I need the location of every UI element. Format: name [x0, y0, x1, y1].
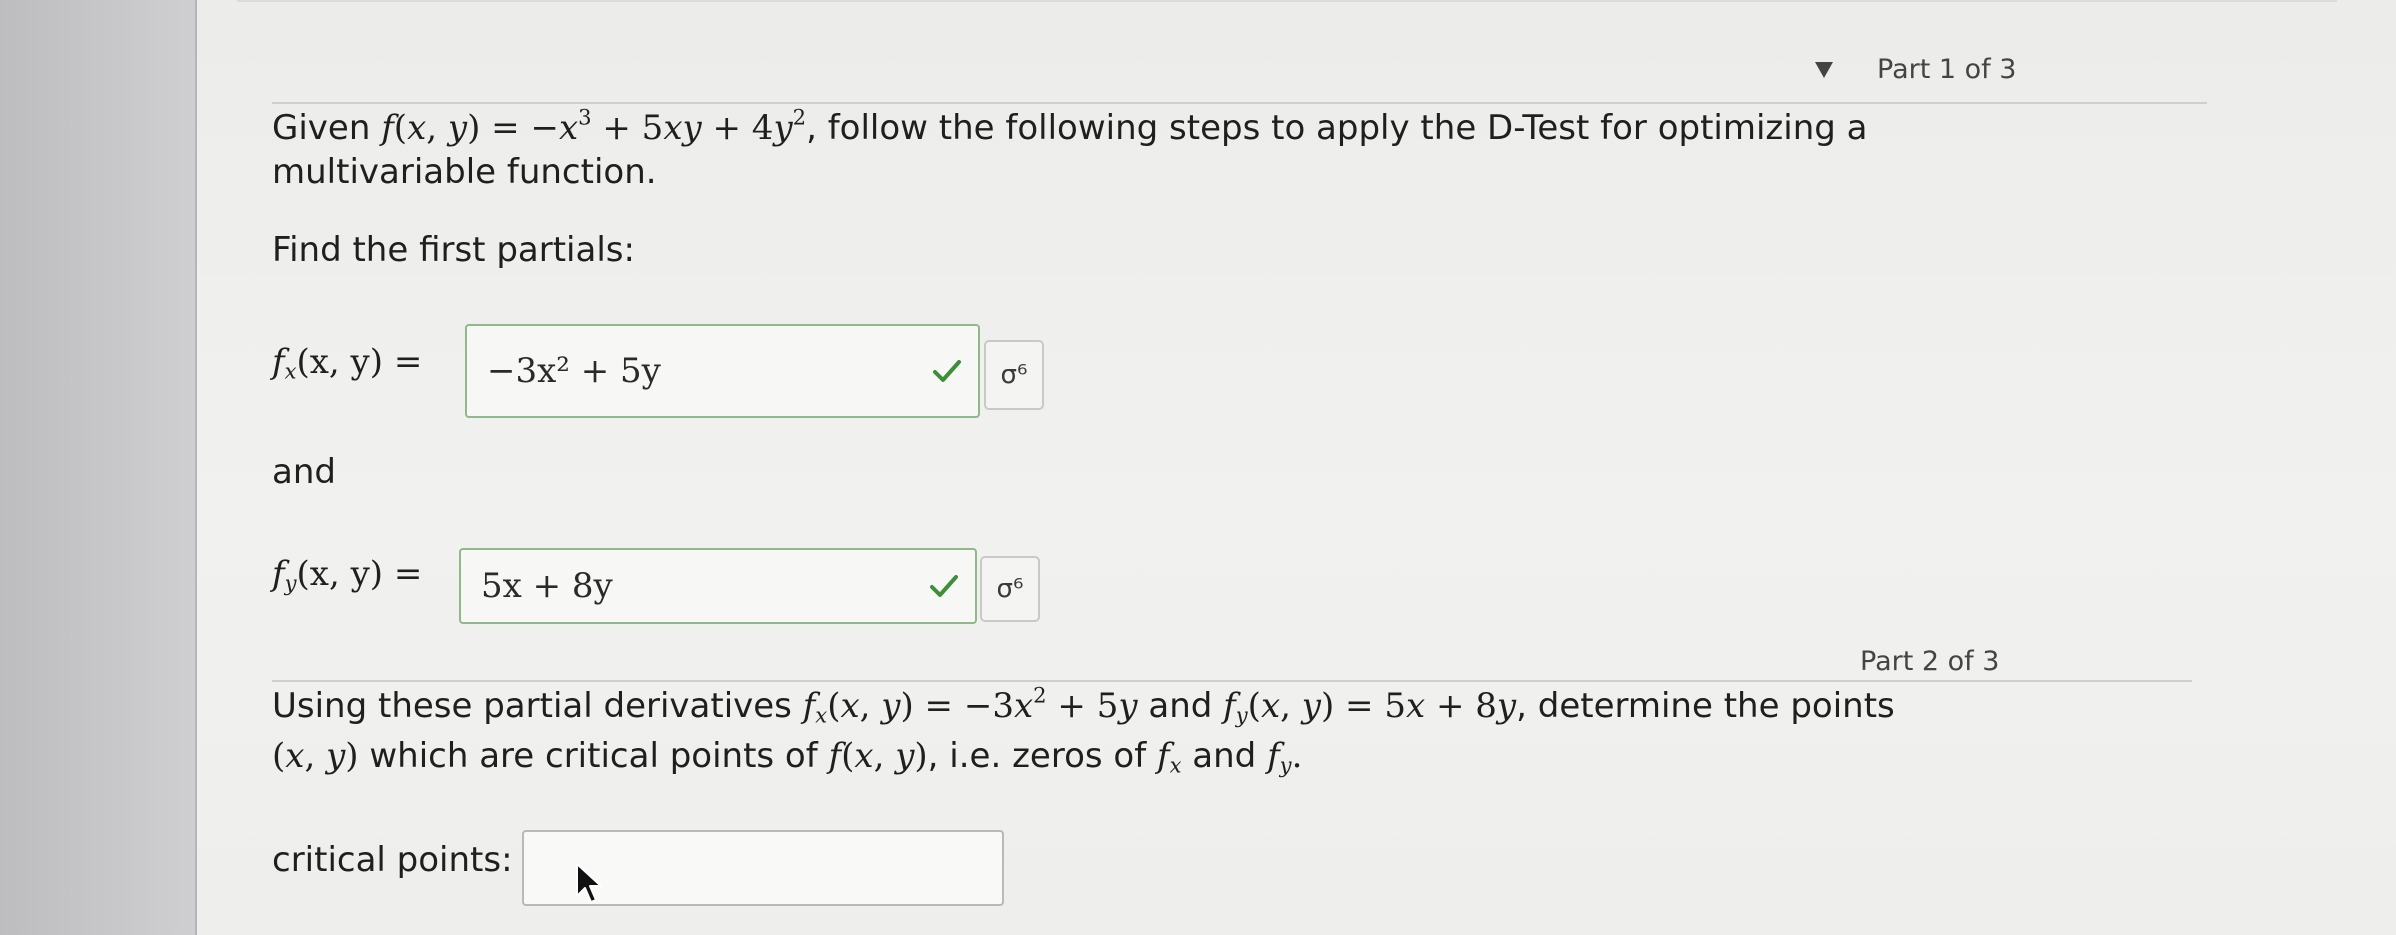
part2-instructions-line2: (x, y) which are critical points of f(x,…	[272, 736, 1303, 778]
part1-intro-line2: multivariable function.	[272, 152, 657, 192]
top-divider	[237, 0, 2337, 12]
left-gutter	[0, 0, 197, 935]
fx-answer-field[interactable]: −3x² + 5y	[465, 324, 980, 418]
critical-points-label: critical points:	[272, 840, 513, 880]
part2-instructions-line1: Using these partial derivatives fx(x, y)…	[272, 682, 1895, 728]
part2-label[interactable]: Part 2 of 3	[1860, 646, 1999, 677]
collapse-triangle-icon[interactable]	[1815, 62, 1833, 78]
fy-label: fy(x, y) =	[272, 554, 423, 596]
math-tools-button[interactable]: σ⁶	[980, 556, 1040, 622]
function-definition: f	[381, 108, 394, 148]
fy-answer-field[interactable]: 5x + 8y	[459, 548, 977, 624]
fx-label: fx(x, y) =	[272, 342, 423, 384]
part1-label[interactable]: Part 1 of 3	[1877, 54, 2016, 85]
fx-answer-value: −3x² + 5y	[487, 351, 661, 391]
math-tools-button[interactable]: σ⁶	[984, 340, 1044, 410]
and-text: and	[272, 452, 336, 492]
checkmark-icon	[930, 575, 958, 597]
part1-intro: Given f(x, y) = −x3 + 5xy + 4y2, follow …	[272, 104, 1868, 148]
checkmark-icon	[933, 360, 961, 382]
question-panel: Part 1 of 3 Given f(x, y) = −x3 + 5xy + …	[197, 0, 2396, 935]
mouse-pointer-icon	[576, 863, 602, 903]
find-partials-prompt: Find the first partials:	[272, 230, 635, 270]
fy-answer-value: 5x + 8y	[481, 566, 613, 606]
